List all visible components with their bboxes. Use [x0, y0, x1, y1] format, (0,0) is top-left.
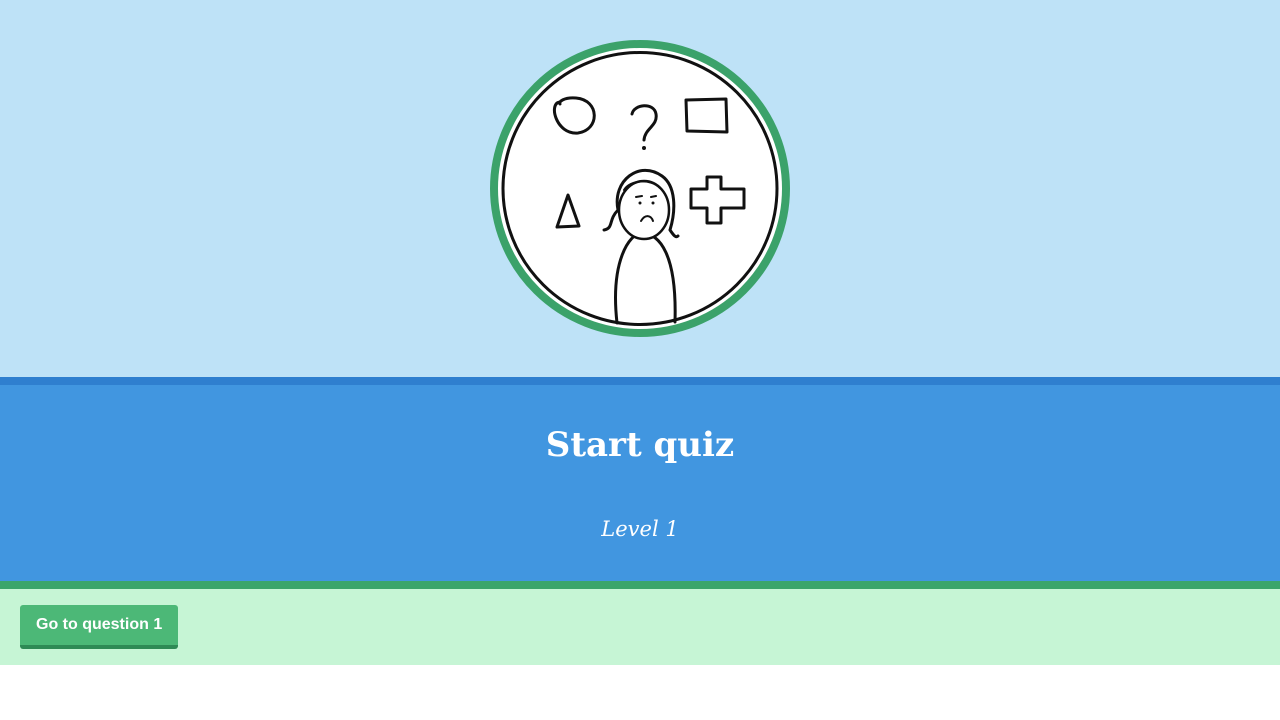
quiz-level: Level 1: [601, 517, 679, 541]
title-band: Start quiz Level 1: [0, 377, 1280, 581]
hero-banner: [0, 0, 1280, 377]
go-to-question-button[interactable]: Go to question 1: [20, 605, 179, 649]
quiz-title: Start quiz: [545, 425, 735, 465]
action-bar: Go to question 1: [0, 581, 1280, 665]
confused-person-shapes-icon: [490, 40, 790, 337]
quiz-illustration: [490, 40, 790, 337]
